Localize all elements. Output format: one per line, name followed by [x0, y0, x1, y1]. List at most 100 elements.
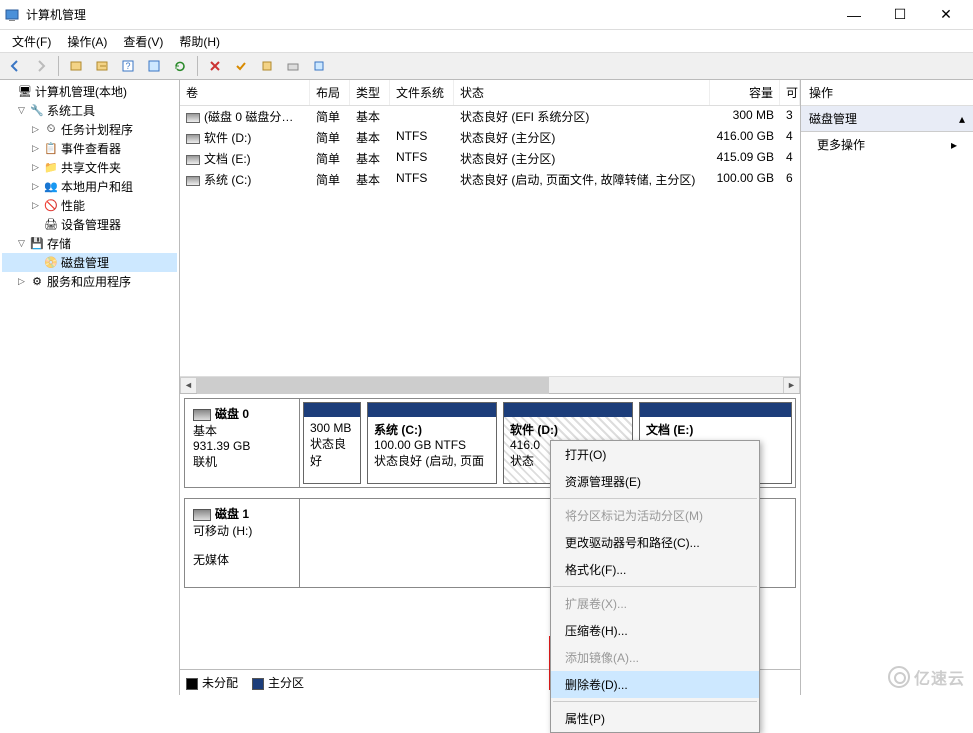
part-name: 软件 (D:) [510, 421, 626, 438]
close-button[interactable]: ✕ [923, 0, 969, 30]
toolbar-icon-2[interactable] [91, 55, 113, 77]
context-menu: 打开(O) 资源管理器(E) 将分区标记为活动分区(M) 更改驱动器号和路径(C… [550, 440, 760, 733]
menu-action[interactable]: 操作(A) [59, 31, 115, 52]
tree-performance[interactable]: ▷🚫性能 [2, 196, 177, 215]
watermark-icon [888, 666, 910, 688]
menu-change-letter[interactable]: 更改驱动器号和路径(C)... [551, 529, 759, 556]
tree-label: 计算机管理(本地) [35, 83, 127, 100]
part-name: 文档 (E:) [646, 421, 785, 438]
col-layout[interactable]: 布局 [310, 80, 350, 105]
legend-unallocated: 未分配 [202, 676, 238, 690]
menu-shrink[interactable]: 压缩卷(H)... [551, 617, 759, 644]
menu-help[interactable]: 帮助(H) [171, 31, 228, 52]
disk0-label[interactable]: 磁盘 0 基本 931.39 GB 联机 [185, 399, 300, 487]
chevron-right-icon: ▸ [951, 138, 957, 152]
actions-diskmgmt: 磁盘管理 [809, 110, 857, 127]
menu-delete[interactable]: 删除卷(D)... [551, 671, 759, 698]
col-fs[interactable]: 文件系统 [390, 80, 454, 105]
watermark-text: 亿速云 [914, 665, 965, 689]
actions-more[interactable]: 更多操作 ▸ [801, 132, 973, 157]
event-icon: 📋 [43, 141, 59, 157]
actions-header: 操作 [801, 80, 973, 106]
actions-section[interactable]: 磁盘管理▴ [801, 106, 973, 132]
col-volume[interactable]: 卷 [180, 80, 310, 105]
actions-more-label: 更多操作 [817, 136, 865, 153]
table-row[interactable]: (磁盘 0 磁盘分区 1)简单基本状态良好 (EFI 系统分区)300 MB3 [180, 106, 800, 127]
tree-panel: 🖥计算机管理(本地) ▽🔧系统工具 ▷⏲任务计划程序 ▷📋事件查看器 ▷📁共享文… [0, 80, 180, 695]
menu-view[interactable]: 查看(V) [115, 31, 171, 52]
scroll-left[interactable]: ◄ [180, 377, 197, 394]
back-button[interactable] [4, 55, 26, 77]
tree-event-viewer[interactable]: ▷📋事件查看器 [2, 139, 177, 158]
toolbar-icon-8[interactable] [282, 55, 304, 77]
delete-icon[interactable] [204, 55, 226, 77]
tree-local-users[interactable]: ▷👥本地用户和组 [2, 177, 177, 196]
toolbar-icon-9[interactable] [308, 55, 330, 77]
forward-button[interactable] [30, 55, 52, 77]
clock-icon: ⏲ [43, 122, 59, 138]
col-capacity[interactable]: 容量 [710, 80, 780, 105]
col-status[interactable]: 状态 [454, 80, 710, 105]
part-c[interactable]: 系统 (C:)100.00 GB NTFS状态良好 (启动, 页面 [367, 402, 497, 484]
menu-explorer[interactable]: 资源管理器(E) [551, 468, 759, 495]
tree-label: 存储 [47, 235, 71, 252]
minimize-button[interactable]: — [831, 0, 877, 30]
disk1-status: 无媒体 [193, 551, 291, 568]
table-row[interactable]: 软件 (D:)简单基本NTFS状态良好 (主分区)416.00 GB4 [180, 127, 800, 148]
folder-icon: 📁 [43, 160, 59, 176]
disk0-name: 磁盘 0 [215, 407, 249, 421]
toolbar-icon-7[interactable] [256, 55, 278, 77]
tree-label: 任务计划程序 [61, 121, 133, 138]
disk1-name: 磁盘 1 [215, 507, 249, 521]
tree-root[interactable]: 🖥计算机管理(本地) [2, 82, 177, 101]
disk0-status: 联机 [193, 453, 291, 470]
tree-task-scheduler[interactable]: ▷⏲任务计划程序 [2, 120, 177, 139]
toolbar-icon-1[interactable] [65, 55, 87, 77]
menu-open[interactable]: 打开(O) [551, 441, 759, 468]
perf-icon: 🚫 [43, 198, 59, 214]
tree-system-tools[interactable]: ▽🔧系统工具 [2, 101, 177, 120]
legend-swatch-unallocated [186, 678, 198, 690]
menu-properties[interactable]: 属性(P) [551, 705, 759, 732]
tree-disk-mgmt[interactable]: 📀磁盘管理 [2, 253, 177, 272]
part-name: 系统 (C:) [374, 421, 490, 438]
menu-file[interactable]: 文件(F) [4, 31, 59, 52]
toolbar-icon-4[interactable] [143, 55, 165, 77]
h-scrollbar[interactable]: ◄ ► [180, 376, 800, 393]
disk1-label[interactable]: 磁盘 1 可移动 (H:) 无媒体 [185, 499, 300, 587]
titlebar: 计算机管理 — ☐ ✕ [0, 0, 973, 30]
maximize-button[interactable]: ☐ [877, 0, 923, 30]
part-efi[interactable]: 300 MB状态良好 [303, 402, 361, 484]
part-line2: 状态良好 [310, 435, 354, 469]
table-row[interactable]: 系统 (C:)简单基本NTFS状态良好 (启动, 页面文件, 故障转储, 主分区… [180, 169, 800, 190]
tree-device-manager[interactable]: 🖨设备管理器 [2, 215, 177, 234]
col-free[interactable]: 可 [780, 80, 800, 105]
tree-label: 事件查看器 [61, 140, 121, 157]
col-type[interactable]: 类型 [350, 80, 390, 105]
tools-icon: 🔧 [29, 103, 45, 119]
menu-format[interactable]: 格式化(F)... [551, 556, 759, 583]
window-title: 计算机管理 [26, 6, 831, 23]
tree-storage[interactable]: ▽💾存储 [2, 234, 177, 253]
services-icon: ⚙ [29, 274, 45, 290]
tree-label: 本地用户和组 [61, 178, 133, 195]
menu-mark-active: 将分区标记为活动分区(M) [551, 502, 759, 529]
drive-icon [193, 409, 211, 421]
tree-services[interactable]: ▷⚙服务和应用程序 [2, 272, 177, 291]
disk0-type: 基本 [193, 422, 291, 439]
check-icon[interactable] [230, 55, 252, 77]
legend-primary: 主分区 [268, 676, 304, 690]
help-icon[interactable]: ? [117, 55, 139, 77]
scroll-thumb[interactable] [197, 377, 549, 394]
tree-shared-folders[interactable]: ▷📁共享文件夹 [2, 158, 177, 177]
volume-header: 卷 布局 类型 文件系统 状态 容量 可 [180, 80, 800, 106]
part-line2: 状态良好 (启动, 页面 [374, 452, 490, 469]
tree-label: 性能 [61, 197, 85, 214]
volume-table: 卷 布局 类型 文件系统 状态 容量 可 (磁盘 0 磁盘分区 1)简单基本状态… [180, 80, 800, 376]
computer-icon: 🖥 [17, 84, 33, 100]
scroll-right[interactable]: ► [783, 377, 800, 394]
refresh-icon[interactable] [169, 55, 191, 77]
menu-extend: 扩展卷(X)... [551, 590, 759, 617]
app-icon [4, 7, 20, 23]
table-row[interactable]: 文档 (E:)简单基本NTFS状态良好 (主分区)415.09 GB4 [180, 148, 800, 169]
